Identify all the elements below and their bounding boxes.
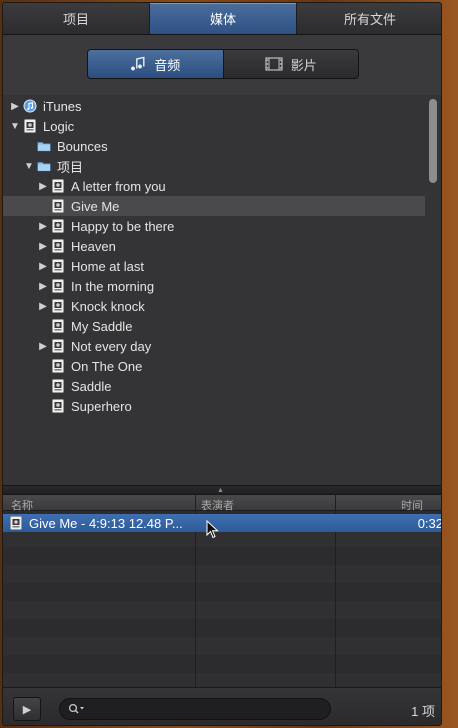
tree-item-label: Logic	[43, 118, 75, 134]
file-list-header: 名称 表演者 时间	[3, 495, 441, 512]
logic-project-icon	[51, 299, 65, 313]
tree-item[interactable]: ▶ In the morning	[3, 276, 425, 296]
media-type-bar: 音频 影片	[3, 35, 441, 95]
movies-segment-button[interactable]: 影片	[222, 50, 358, 78]
tree-item[interactable]: ▶ Home at last	[3, 256, 425, 276]
search-icon[interactable]	[68, 703, 86, 715]
tree-item-label: On The One	[71, 358, 143, 374]
film-strip-icon	[265, 57, 283, 71]
logic-project-icon	[51, 219, 65, 233]
tree-item[interactable]: Superhero	[3, 396, 425, 416]
logic-project-icon	[51, 359, 65, 373]
tree-item[interactable]: ▶ Knock knock	[3, 296, 425, 316]
media-type-segmented-control: 音频 影片	[87, 49, 359, 79]
movies-segment-label: 影片	[290, 57, 317, 73]
tree-item[interactable]: ▼ Logic	[3, 116, 425, 136]
play-button[interactable]: ▶	[13, 697, 41, 721]
splitter-handle-icon: ▲	[217, 487, 224, 494]
tab-all-files-label: 所有文件	[343, 12, 396, 27]
tree-item[interactable]: ▶ iTunes	[3, 96, 425, 116]
logic-file-icon	[9, 516, 23, 530]
mouse-pointer-icon	[206, 519, 220, 545]
tree-item-label: Give Me	[71, 198, 120, 214]
tree-item[interactable]: ▶ A letter from you	[3, 176, 425, 196]
tree-item-label: In the morning	[71, 278, 155, 294]
logic-project-icon	[51, 279, 65, 293]
disclosure-collapsed-icon[interactable]: ▶	[9, 101, 21, 112]
disclosure-expanded-icon[interactable]: ▼	[23, 161, 35, 172]
disclosure-collapsed-icon[interactable]: ▶	[37, 181, 49, 192]
tree-item-label: iTunes	[43, 98, 82, 114]
tree-item[interactable]: Give Me	[3, 196, 425, 216]
logic-project-icon	[23, 119, 37, 133]
tree-item-label: Not every day	[71, 338, 152, 354]
tree-item-label: A letter from you	[71, 178, 166, 194]
tab-media-label: 媒体	[209, 12, 236, 27]
tab-all-files[interactable]: 所有文件	[297, 3, 441, 34]
search-field[interactable]	[59, 698, 331, 720]
disclosure-collapsed-icon[interactable]: ▶	[37, 341, 49, 352]
media-source-tree: ▶ iTunes ▼ Logic Bounces ▼ 项目 ▶ A letter from yo…	[3, 95, 441, 485]
file-name: Give Me - 4:9:13 12.48 P...	[29, 515, 183, 531]
tree-item[interactable]: ▼ 项目	[3, 156, 425, 176]
music-note-icon	[130, 56, 146, 72]
file-list-row[interactable]: Give Me - 4:9:13 12.48 P... 0:32	[3, 514, 442, 532]
disclosure-expanded-icon[interactable]: ▼	[9, 121, 21, 132]
tree-item-label: Superhero	[71, 398, 132, 414]
tree-item-label: My Saddle	[71, 318, 133, 334]
tree-item-label: Home at last	[71, 258, 144, 274]
file-list	[3, 511, 441, 687]
tab-project[interactable]: 项目	[3, 3, 150, 34]
logic-project-icon	[51, 199, 65, 213]
tree-item[interactable]: My Saddle	[3, 316, 425, 336]
disclosure-collapsed-icon[interactable]: ▶	[37, 281, 49, 292]
itunes-icon	[23, 99, 37, 113]
logic-project-icon	[51, 379, 65, 393]
tree-item[interactable]: On The One	[3, 356, 425, 376]
tab-project-label: 项目	[62, 12, 89, 27]
tree-item[interactable]: ▶ Heaven	[3, 236, 425, 256]
disclosure-collapsed-icon[interactable]: ▶	[37, 241, 49, 252]
item-count: 1 项	[411, 704, 435, 719]
tree-item-label: Happy to be there	[71, 218, 175, 234]
logic-project-icon	[51, 179, 65, 193]
tree-item[interactable]: Bounces	[3, 136, 425, 156]
logic-project-icon	[51, 399, 65, 413]
media-browser-panel: 项目 媒体 所有文件 音频 影片 ▶ iTunes ▼ Logic Bounce…	[2, 2, 442, 726]
logic-project-icon	[51, 319, 65, 333]
tree-item[interactable]: ▶ Not every day	[3, 336, 425, 356]
tab-bar: 项目 媒体 所有文件	[3, 3, 441, 35]
file-time: 0:32	[417, 515, 442, 531]
play-icon: ▶	[22, 703, 32, 716]
tab-media[interactable]: 媒体	[150, 3, 297, 34]
logic-project-icon	[51, 239, 65, 253]
tree-item-label: Saddle	[71, 378, 112, 394]
logic-project-icon	[51, 259, 65, 273]
audio-segment-button[interactable]: 音频	[88, 50, 223, 78]
tree-item-label: Heaven	[71, 238, 116, 254]
bottom-toolbar: ▶ 1 项	[3, 687, 441, 725]
search-input[interactable]	[92, 702, 312, 716]
logic-project-icon	[51, 339, 65, 353]
tree-item[interactable]: ▶ Happy to be there	[3, 216, 425, 236]
tree-item-label: Bounces	[57, 138, 108, 154]
pane-splitter[interactable]: ▲	[3, 485, 441, 495]
disclosure-collapsed-icon[interactable]: ▶	[37, 261, 49, 272]
audio-segment-label: 音频	[154, 57, 181, 73]
tree-item-label: 项目	[57, 159, 84, 175]
tree-scrollbar-thumb[interactable]	[429, 99, 437, 183]
disclosure-collapsed-icon[interactable]: ▶	[37, 221, 49, 232]
folder-icon	[37, 139, 51, 153]
folder-icon	[37, 159, 51, 173]
tree-item[interactable]: Saddle	[3, 376, 425, 396]
disclosure-collapsed-icon[interactable]: ▶	[37, 301, 49, 312]
tree-item-label: Knock knock	[71, 298, 145, 314]
